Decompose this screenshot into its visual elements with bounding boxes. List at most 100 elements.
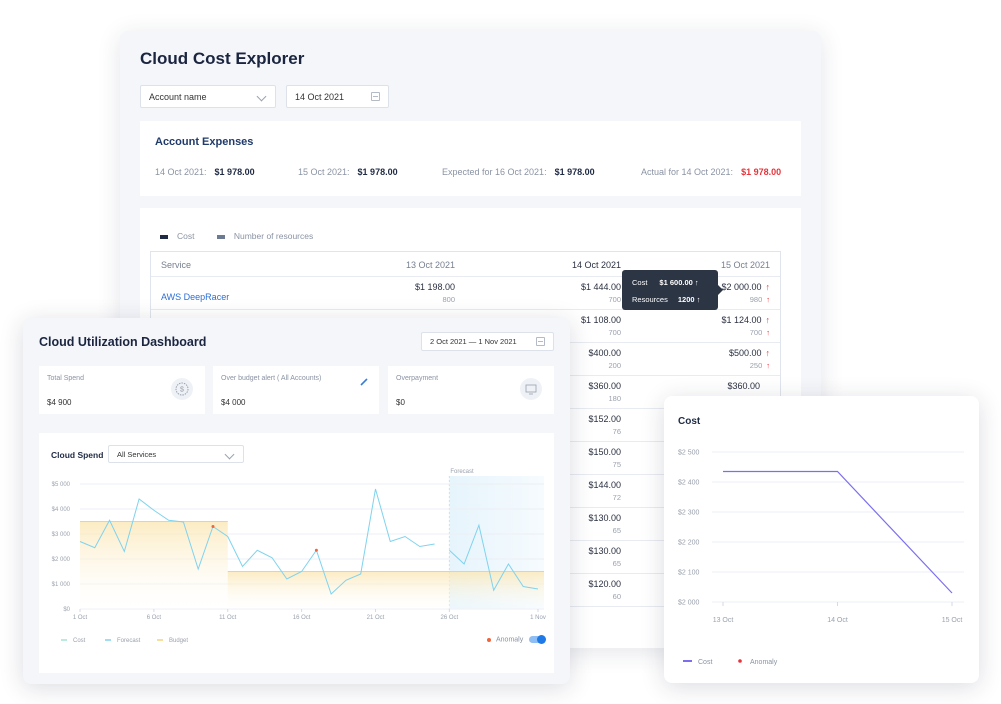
calendar-icon — [371, 91, 380, 101]
x-tick-label: 21 Oct — [367, 615, 385, 621]
legend-label: Budget — [169, 638, 188, 644]
y-tick-label: $2 200 — [678, 540, 700, 547]
cell-14oct: $150.00 75 — [588, 447, 621, 469]
anomaly-toggle[interactable] — [529, 634, 547, 644]
chart-title: Cost — [678, 416, 701, 427]
anomaly-dot-icon — [487, 637, 491, 642]
forecast-label: Forecast — [450, 469, 474, 475]
expense-item-actual: Actual for 14 Oct 2021: $1 978.00 — [641, 167, 782, 177]
tooltip-resources-row: Resources 1200 ↑ — [632, 295, 701, 304]
stat-over-budget: Over budget alert ( All Accounts) $4 000 — [213, 366, 379, 414]
legend-swatch — [216, 234, 225, 239]
y-tick-label: $2 000 — [678, 600, 700, 607]
account-select[interactable]: Account name — [140, 85, 276, 108]
cloud-spend-panel: Cloud Spend All Services Forecast $0 $1 00… — [39, 433, 554, 673]
stat-label: Overpayment — [396, 375, 439, 382]
y-tick-label: $2 000 — [52, 557, 71, 563]
account-select-value: Account name — [149, 91, 207, 102]
cloud-spend-chart: Forecast $0 $1 000 $2 000 $3 000 $4 000 $5 000… — [52, 469, 546, 644]
arrow-up-icon: ↑ — [696, 295, 701, 304]
legend-label: Cost — [73, 638, 86, 644]
cost-chart-card: Cost $2 000 $2 100 $2 200 $2 300 $2 400 $2 500… — [664, 396, 979, 683]
legend-swatch — [160, 234, 168, 239]
x-tick-label: 1 Nov — [530, 615, 546, 621]
anomaly-point — [314, 548, 318, 552]
arrow-up-icon: ↑ — [765, 315, 771, 325]
page-title: Cloud Cost Explorer — [140, 49, 305, 68]
x-tick-label: 13 Oct — [713, 617, 734, 624]
expense-item: Expected for 16 Oct 2021: $1 978.00 — [442, 167, 595, 177]
y-tick-label: $2 300 — [678, 510, 700, 517]
utilization-dashboard-card: Cloud Utilization Dashboard 2 Oct 2021 —… — [23, 318, 570, 684]
header-15oct[interactable]: 15 Oct 2021 — [721, 260, 770, 270]
tooltip-cost-row: Cost $1 600.00 ↑ — [632, 278, 699, 287]
x-tick-label: 14 Oct — [827, 617, 848, 624]
account-expenses-title: Account Expenses — [155, 136, 254, 148]
x-tick-label: 16 Oct — [293, 615, 311, 621]
date-range-field[interactable]: 2 Oct 2021 — 1 Nov 2021 — [421, 332, 554, 351]
cell-tooltip: Cost $1 600.00 ↑ Resources 1200 ↑ — [622, 270, 723, 310]
x-tick-label: 11 Oct — [219, 615, 237, 621]
cost-chart: Cost $2 000 $2 100 $2 200 $2 300 $2 400 $2 500… — [678, 416, 964, 666]
budget-area — [227, 571, 544, 609]
anomaly-toggle-group: Anomaly — [487, 634, 547, 644]
cell-15oct: $2 000.00 ↑ 980 ↑ — [721, 282, 770, 304]
legend-resources: Number of resources — [216, 231, 313, 241]
stat-label: Over budget alert ( All Accounts) — [221, 375, 322, 382]
svg-text:$: $ — [180, 387, 184, 394]
arrow-up-icon: ↑ — [766, 361, 770, 370]
cost-line — [723, 470, 953, 594]
y-tick-label: $1 000 — [52, 582, 71, 588]
anomaly-label: Anomaly — [496, 636, 524, 644]
stat-total-spend: Total Spend $4 900 $ — [39, 366, 205, 414]
date-field[interactable]: 14 Oct 2021 — [286, 85, 389, 108]
dollar-coin-icon: $ — [171, 378, 193, 400]
stat-label: Total Spend — [47, 375, 84, 382]
cell-14oct: $152.00 76 — [588, 414, 621, 436]
stat-value: $4 000 — [221, 398, 246, 407]
legend-label: Anomaly — [750, 659, 778, 666]
cell-14oct: $130.00 65 — [588, 513, 621, 535]
cell-14oct: $400.00 200 — [588, 348, 621, 370]
header-14oct[interactable]: 14 Oct 2021 — [572, 260, 621, 270]
cell-14oct: $360.00 180 — [588, 381, 621, 403]
header-13oct[interactable]: 13 Oct 2021 — [406, 260, 455, 270]
y-tick-label: $2 500 — [678, 450, 700, 457]
cell-15oct: $500.00 ↑ 250 ↑ — [728, 348, 770, 370]
x-tick-label: 15 Oct — [942, 617, 963, 624]
y-tick-label: $2 100 — [678, 570, 700, 577]
service-link[interactable]: AWS DeepRacer — [161, 292, 229, 302]
cell-14oct: $130.00 65 — [588, 546, 621, 568]
legend-label: Cost — [698, 659, 712, 666]
date-range-value: 2 Oct 2021 — 1 Nov 2021 — [430, 337, 517, 346]
header-service: Service — [161, 260, 192, 270]
x-tick-label: 1 Oct — [73, 615, 88, 621]
cell-15oct: $1 124.00 ↑ 700 ↑ — [721, 315, 770, 337]
chevron-down-icon — [256, 91, 267, 102]
stat-value: $4 900 — [47, 398, 72, 407]
cell-14oct: $1 444.00 700 — [580, 282, 621, 304]
table-legend: Cost Number of resources — [160, 231, 313, 241]
expense-item: 15 Oct 2021: $1 978.00 — [298, 167, 398, 177]
cell-14oct: $120.00 60 — [588, 579, 621, 601]
y-tick-label: $4 000 — [52, 507, 71, 513]
date-field-value: 14 Oct 2021 — [295, 91, 345, 102]
arrow-up-icon: ↑ — [694, 278, 699, 287]
calendar-icon — [536, 336, 545, 346]
stat-overpayment: Overpayment $0 — [388, 366, 554, 414]
x-tick-label: 6 Oct — [147, 615, 162, 621]
monitor-icon — [520, 378, 542, 400]
account-expenses-panel: Account Expenses 14 Oct 2021: $1 978.00 1… — [140, 121, 801, 196]
dashboard-title: Cloud Utilization Dashboard — [39, 335, 207, 349]
y-tick-label: $5 000 — [52, 482, 71, 488]
y-tick-label: $3 000 — [52, 532, 71, 538]
legend-label: Forecast — [117, 638, 141, 644]
pencil-icon[interactable] — [359, 374, 369, 392]
expense-item: 14 Oct 2021: $1 978.00 — [155, 167, 255, 177]
legend-cost: Cost — [160, 231, 194, 241]
y-tick-label: $0 — [63, 607, 70, 613]
arrow-up-icon: ↑ — [765, 282, 771, 292]
cell-14oct: $1 108.00 700 — [580, 315, 621, 337]
anomaly-dot-icon — [738, 659, 742, 663]
cell-13oct: $1 198.00 800 — [414, 282, 455, 304]
